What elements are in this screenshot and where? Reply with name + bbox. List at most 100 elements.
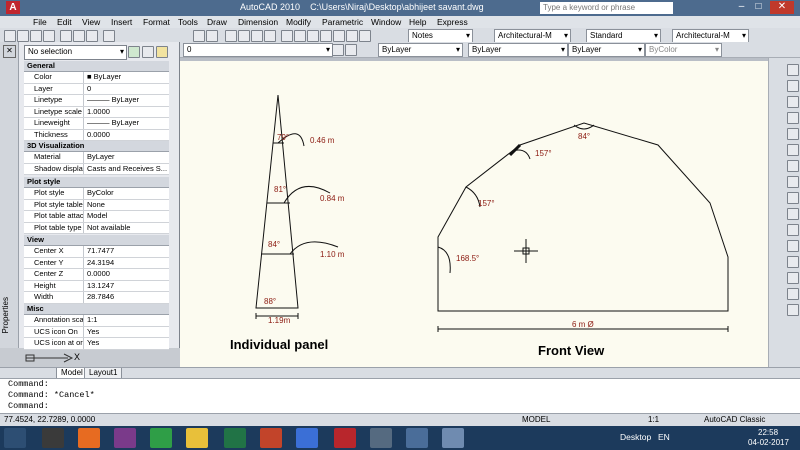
- move-icon[interactable]: [787, 144, 799, 156]
- join-icon[interactable]: [787, 256, 799, 268]
- property-row[interactable]: Center Z 0.0000: [24, 269, 169, 281]
- zoom-previous-icon[interactable]: [264, 30, 276, 42]
- close-icon[interactable]: ✕: [3, 45, 16, 58]
- open-icon[interactable]: [17, 30, 29, 42]
- clock-date[interactable]: 04-02-2017: [748, 438, 789, 447]
- new-icon[interactable]: [4, 30, 16, 42]
- property-row[interactable]: Lineweight ——— ByLayer: [24, 118, 169, 130]
- menu-insert[interactable]: Insert: [111, 16, 132, 28]
- property-row[interactable]: Width 28.7846: [24, 292, 169, 304]
- property-row[interactable]: Height 13.1247: [24, 280, 169, 292]
- chamfer-icon[interactable]: [787, 272, 799, 284]
- properties-icon[interactable]: [281, 30, 293, 42]
- color-combo[interactable]: ByLayer: [378, 43, 463, 57]
- layer-combo[interactable]: 0: [183, 43, 333, 57]
- calculator-icon[interactable]: [346, 30, 358, 42]
- break-icon[interactable]: [787, 240, 799, 252]
- lineweight-combo[interactable]: ByLayer: [568, 43, 645, 57]
- section-header[interactable]: Plot style: [24, 177, 169, 188]
- property-row[interactable]: Layer 0: [24, 83, 169, 95]
- undo-icon[interactable]: [193, 30, 205, 42]
- autocad-task-icon[interactable]: [334, 428, 356, 448]
- menu-file[interactable]: File: [33, 16, 47, 28]
- search-input[interactable]: Type a keyword or phrase: [540, 2, 673, 14]
- annotation-scale[interactable]: 1:1: [648, 415, 659, 424]
- property-row[interactable]: Linetype ——— ByLayer: [24, 95, 169, 107]
- photo-task-icon[interactable]: [406, 428, 428, 448]
- autocad-logo-icon[interactable]: A: [6, 1, 20, 14]
- command-window[interactable]: Command: Command: *Cancel* Command:: [0, 378, 800, 413]
- markup-icon[interactable]: [333, 30, 345, 42]
- menu-tools[interactable]: Tools: [178, 16, 198, 28]
- property-row[interactable]: Plot table type Not available: [24, 222, 169, 234]
- command-prompt[interactable]: Command:: [0, 401, 800, 412]
- selection-combo[interactable]: No selection: [24, 45, 127, 60]
- select-objects-icon[interactable]: [142, 46, 154, 58]
- stretch-icon[interactable]: [787, 192, 799, 204]
- property-row[interactable]: Shadow display Casts and Receives S...: [24, 163, 169, 175]
- offset-icon[interactable]: [787, 112, 799, 124]
- property-row[interactable]: Material ByLayer: [24, 152, 169, 164]
- copy-object-icon[interactable]: [787, 80, 799, 92]
- help-icon[interactable]: [359, 30, 371, 42]
- annotation-text-style-combo[interactable]: Notes: [408, 29, 473, 43]
- property-row[interactable]: Annotation scale 1:1: [24, 315, 169, 327]
- layer-previous-icon[interactable]: [345, 44, 357, 56]
- annotation-style-combo[interactable]: Architectural-M: [494, 29, 571, 43]
- text-style-combo[interactable]: Standard: [586, 29, 661, 43]
- linetype-combo[interactable]: ByLayer: [468, 43, 568, 57]
- app-icon[interactable]: [114, 428, 136, 448]
- property-row[interactable]: Center X 71.7477: [24, 246, 169, 258]
- coordinates-display[interactable]: 77.4524, 22.7289, 0.0000: [4, 415, 95, 424]
- plotstyle-combo[interactable]: ByColor: [645, 43, 722, 57]
- doc-task-icon[interactable]: [442, 428, 464, 448]
- dim-style-combo[interactable]: Architectural-M: [672, 29, 749, 43]
- zoom-realtime-icon[interactable]: [238, 30, 250, 42]
- trim-icon[interactable]: [787, 208, 799, 220]
- menu-draw[interactable]: Draw: [207, 16, 227, 28]
- palette-title-strip[interactable]: ✕ Properties: [0, 42, 19, 348]
- clock-time[interactable]: 22:58: [758, 428, 778, 437]
- model-space-toggle[interactable]: MODEL: [522, 415, 550, 424]
- menu-help[interactable]: Help: [409, 16, 426, 28]
- property-row[interactable]: UCS icon at originYes: [24, 338, 169, 350]
- tool-palettes-icon[interactable]: [307, 30, 319, 42]
- property-row[interactable]: Plot style ByColor: [24, 188, 169, 200]
- design-center-icon[interactable]: [294, 30, 306, 42]
- explode-icon[interactable]: [787, 304, 799, 316]
- property-row[interactable]: Linetype scale 1.0000: [24, 106, 169, 118]
- rotate-icon[interactable]: [787, 160, 799, 172]
- menu-window[interactable]: Window: [371, 16, 401, 28]
- close-button[interactable]: ✕: [770, 1, 794, 14]
- workspace-switch[interactable]: AutoCAD Classic: [704, 415, 765, 424]
- menu-edit[interactable]: Edit: [57, 16, 72, 28]
- sheet-set-icon[interactable]: [320, 30, 332, 42]
- property-row[interactable]: Thickness 0.0000: [24, 129, 169, 141]
- drawing-canvas[interactable]: 79° 81° 84° 88° 0.46 m 0.84 m 1.10 m 84°…: [180, 61, 768, 367]
- menu-express[interactable]: Express: [437, 16, 468, 28]
- erase-icon[interactable]: [787, 64, 799, 76]
- publisher-icon[interactable]: [224, 428, 246, 448]
- copy-icon[interactable]: [73, 30, 85, 42]
- menu-view[interactable]: View: [82, 16, 100, 28]
- language-indicator[interactable]: EN: [658, 432, 670, 442]
- desktop-toolbar[interactable]: Desktop: [620, 432, 651, 442]
- chrome-icon[interactable]: [150, 428, 172, 448]
- extend-icon[interactable]: [787, 224, 799, 236]
- match-properties-icon[interactable]: [103, 30, 115, 42]
- folder-icon[interactable]: [186, 428, 208, 448]
- menu-parametric[interactable]: Parametric: [322, 16, 363, 28]
- property-row[interactable]: Center Y 24.3194: [24, 257, 169, 269]
- firefox-icon[interactable]: [78, 428, 100, 448]
- minimize-button[interactable]: –: [735, 1, 748, 14]
- property-row[interactable]: Color ■ ByLayer: [24, 72, 169, 84]
- section-header[interactable]: 3D Visualization: [24, 141, 169, 152]
- paste-icon[interactable]: [86, 30, 98, 42]
- property-row[interactable]: Plot style table None: [24, 199, 169, 211]
- layer-manager-icon[interactable]: [332, 44, 344, 56]
- save-icon[interactable]: [30, 30, 42, 42]
- cut-icon[interactable]: [60, 30, 72, 42]
- section-header[interactable]: Misc: [24, 304, 169, 315]
- toggle-pickadd-icon[interactable]: [128, 46, 140, 58]
- property-row[interactable]: Plot table attach...Model: [24, 211, 169, 223]
